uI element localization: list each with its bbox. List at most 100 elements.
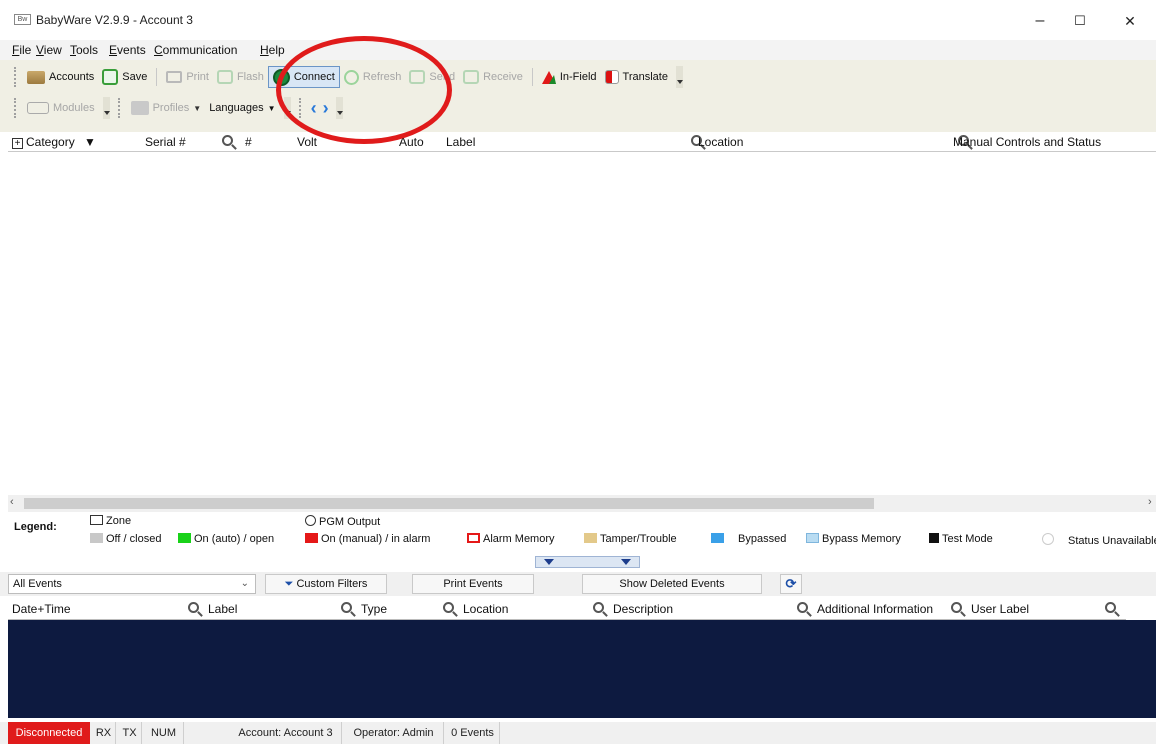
save-button[interactable]: Save (98, 66, 151, 88)
category-sort-icon: ▼ (84, 135, 96, 149)
toolbar-grip[interactable] (117, 98, 121, 118)
toolbar-overflow-button[interactable] (675, 66, 683, 88)
toolbar-area: Accounts Save Print Flash Connect Refres… (0, 60, 1156, 132)
scroll-right-icon[interactable]: › (1148, 496, 1152, 508)
print-events-button[interactable]: Print Events (412, 574, 534, 594)
legend-on-manual: On (manual) / in alarm (305, 533, 430, 545)
show-deleted-events-button[interactable]: Show Deleted Events (582, 574, 762, 594)
translate-icon (604, 70, 619, 84)
printer-icon (166, 71, 183, 83)
swatch-icon (711, 533, 724, 543)
menu-tools[interactable]: Tools (70, 43, 98, 57)
minimize-button[interactable]: – (1020, 8, 1060, 34)
menu-communication[interactable]: Communication (154, 43, 237, 57)
label-column-header[interactable]: Label (446, 135, 475, 149)
user-label-column-header[interactable]: User Label (971, 602, 1029, 616)
refresh-button[interactable]: Refresh (340, 66, 406, 88)
splitter-collapse-button[interactable] (535, 556, 640, 568)
volt-column-header[interactable]: Volt (297, 135, 317, 149)
label-column-header[interactable]: Label (208, 602, 237, 616)
legend-tamper: Tamper/Trouble (584, 533, 677, 545)
menu-events[interactable]: Events (109, 43, 146, 57)
custom-filters-button[interactable]: ⏷ Custom Filters (265, 574, 387, 594)
manual-controls-column-header[interactable]: Manual Controls and Status (953, 135, 1101, 149)
toolbar-overflow-button[interactable] (335, 97, 343, 119)
legend-pgm: PGM Output (305, 515, 380, 528)
scrollbar-thumb[interactable] (24, 498, 874, 509)
legend-alarm-memory: Alarm Memory (467, 533, 555, 545)
window-title: BabyWare V2.9.9 - Account 3 (36, 13, 193, 27)
datetime-column-header[interactable]: Date+Time (12, 602, 71, 616)
search-icon[interactable] (443, 602, 454, 613)
swatch-icon (305, 533, 318, 543)
legend-bypassed: Bypassed (711, 533, 786, 545)
events-grid[interactable] (8, 620, 1156, 718)
toolbar-grip[interactable] (298, 98, 302, 118)
event-filter-select[interactable]: All Events ⌄ (8, 574, 256, 594)
receive-button[interactable]: Receive (459, 66, 527, 88)
toolbar-grip[interactable] (14, 67, 17, 87)
close-button[interactable]: ✕ (1110, 8, 1150, 34)
events-grid-header: Date+Time Label Type Location Descriptio… (8, 598, 1126, 620)
save-icon (102, 69, 119, 85)
zone-grid[interactable] (8, 152, 1156, 495)
connect-button[interactable]: Connect (267, 66, 340, 88)
rx-indicator: RX (92, 722, 116, 744)
flash-icon (216, 70, 233, 84)
forward-arrow-icon[interactable]: › (320, 99, 332, 117)
toolbar-grip[interactable] (14, 98, 17, 118)
accounts-button[interactable]: Accounts (23, 66, 98, 88)
search-icon[interactable] (188, 602, 199, 613)
toolbar-overflow-button[interactable] (102, 97, 110, 119)
legend-status-unavailable: Status Unavailable (1042, 533, 1156, 547)
title-bar: Bw BabyWare V2.9.9 - Account 3 – ☐ ✕ (0, 0, 1156, 40)
profiles-icon (130, 101, 149, 115)
swatch-icon (1042, 533, 1054, 545)
number-column-header[interactable]: # (245, 135, 252, 149)
search-icon[interactable] (593, 602, 604, 613)
refresh-events-icon[interactable]: ⟳ (780, 574, 802, 594)
serial-column-header[interactable]: Serial # (145, 135, 186, 149)
print-button[interactable]: Print (162, 66, 213, 88)
translate-button[interactable]: Translate (601, 66, 672, 88)
menu-view[interactable]: View (36, 43, 62, 57)
pgm-circle-icon (305, 515, 316, 526)
location-column-header[interactable]: Location (698, 135, 743, 149)
profiles-button[interactable]: Profiles ▼ (127, 97, 206, 119)
legend-bypass-memory: Bypass Memory (806, 533, 901, 545)
modules-button[interactable]: Modules (23, 97, 99, 119)
category-column-header[interactable]: + Category ▼ (12, 135, 96, 149)
search-icon[interactable] (951, 602, 962, 613)
horizontal-scrollbar[interactable]: ‹ › (8, 495, 1156, 512)
auto-column-header[interactable]: Auto (399, 135, 424, 149)
scroll-left-icon[interactable]: ‹ (10, 496, 14, 508)
menu-file[interactable]: File (12, 43, 31, 57)
num-lock-indicator: NUM (144, 722, 184, 744)
legend-title: Legend: (14, 521, 57, 533)
expand-all-icon[interactable]: + (12, 138, 23, 149)
menu-help[interactable]: Help (260, 43, 285, 57)
tx-indicator: TX (118, 722, 142, 744)
search-icon[interactable] (341, 602, 352, 613)
legend-test-mode: Test Mode (929, 533, 993, 545)
chevron-down-icon: ⌄ (240, 578, 249, 589)
account-status: Account: Account 3 (230, 722, 342, 744)
toolbar-overflow-button[interactable] (283, 97, 291, 119)
search-icon[interactable] (222, 135, 233, 146)
dropdown-arrow-icon: ▼ (267, 103, 276, 113)
legend-on-auto: On (auto) / open (178, 533, 274, 545)
search-icon[interactable] (797, 602, 808, 613)
flash-button[interactable]: Flash (213, 66, 268, 88)
in-field-button[interactable]: In-Field (538, 66, 601, 88)
type-column-header[interactable]: Type (361, 602, 387, 616)
additional-info-column-header[interactable]: Additional Information (817, 602, 933, 616)
folder-icon (27, 70, 45, 84)
description-column-header[interactable]: Description (613, 602, 673, 616)
maximize-button[interactable]: ☐ (1060, 8, 1100, 34)
location-column-header[interactable]: Location (463, 602, 508, 616)
search-icon[interactable] (1105, 602, 1116, 613)
languages-button[interactable]: Languages ▼ (205, 97, 279, 119)
connection-status-badge: Disconnected (8, 722, 90, 744)
send-button[interactable]: Send (405, 66, 459, 88)
back-arrow-icon[interactable]: ‹ (308, 99, 320, 117)
